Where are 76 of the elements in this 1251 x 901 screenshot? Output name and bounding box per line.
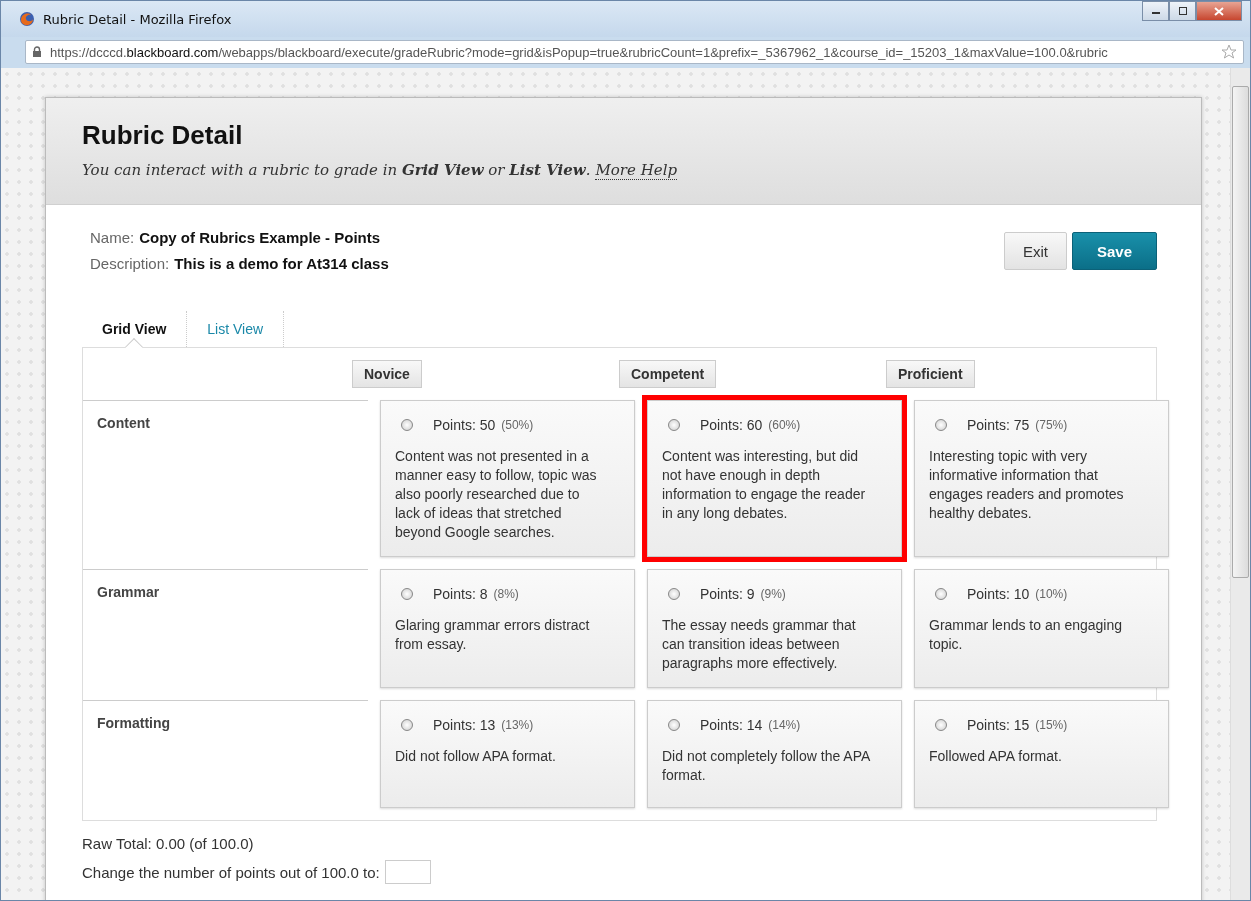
criterion-label: Content xyxy=(97,415,150,431)
percent-label: (14%) xyxy=(768,718,801,732)
column-header: Novice xyxy=(352,360,422,388)
points-input[interactable] xyxy=(384,860,431,884)
radio-button[interactable] xyxy=(401,419,413,431)
field-label: Name: xyxy=(90,229,135,246)
browser-logo-icon xyxy=(19,11,35,27)
cell-description: Did not follow APA format. xyxy=(395,747,557,766)
radio-button[interactable] xyxy=(401,719,413,731)
cell-description: Followed APA format. xyxy=(929,747,1063,766)
rubric-cell[interactable]: Points: 10 (10%) Grammar lends to an engaging topic. xyxy=(914,569,1169,688)
column-header: Competent xyxy=(619,360,717,388)
field-label: Description: xyxy=(90,255,170,272)
view-tab[interactable]: List View xyxy=(187,311,285,347)
view-tab[interactable]: Grid View xyxy=(82,311,188,347)
cell-description: Interesting topic with very informative information that engages readers and promotes healthy debates. xyxy=(929,447,1125,523)
radio-button[interactable] xyxy=(668,588,680,600)
rubric-cell[interactable]: Points: 75 (75%) Interesting topic with very informative information that engages readers and promotes healthy debates. xyxy=(914,400,1169,557)
cell-description: Content was interesting, but did not have enough in depth information to engage the reader in any long debates. xyxy=(662,447,867,523)
points-label: Points: 9 xyxy=(700,586,755,602)
points-label: Points: 75 xyxy=(967,417,1030,433)
radio-button[interactable] xyxy=(401,588,413,600)
points-label: Points: 15 xyxy=(967,717,1030,733)
points-label: Points: 10 xyxy=(967,586,1030,602)
percent-label: (50%) xyxy=(501,418,534,432)
percent-label: (13%) xyxy=(501,718,534,732)
percent-label: (10%) xyxy=(1035,587,1068,601)
points-label: Points: 13 xyxy=(433,717,496,733)
radio-button[interactable] xyxy=(935,719,947,731)
close-icon xyxy=(1214,6,1224,16)
points-label: Points: 50 xyxy=(433,417,496,433)
column-header: Proficient xyxy=(886,360,975,388)
percent-label: (60%) xyxy=(768,418,801,432)
field-value: Copy of Rubrics Example - Points xyxy=(139,229,381,246)
cell-description: The essay needs grammar that can transition ideas between paragraphs more effectively. xyxy=(662,616,857,673)
rubric-cell[interactable]: Points: 15 (15%) Followed APA format. xyxy=(914,700,1169,808)
exit-button[interactable]: Exit xyxy=(1003,232,1067,270)
rubric-cell[interactable]: Points: 13 (13%) Did not follow APA format. xyxy=(380,700,635,808)
rubric-cell[interactable]: Points: 60 (60%) Content was interesting, but did not have enough in depth information to engage the reader in any long debates. xyxy=(647,400,902,557)
criterion-label: Grammar xyxy=(97,584,160,600)
radio-button[interactable] xyxy=(935,588,947,600)
percent-label: (8%) xyxy=(493,587,519,601)
percent-label: (9%) xyxy=(760,587,786,601)
window-title: Rubric Detail - Mozilla Firefox xyxy=(43,11,232,27)
percent-label: (15%) xyxy=(1035,718,1068,732)
maximize-icon xyxy=(1177,7,1188,15)
radio-button[interactable] xyxy=(668,719,680,731)
points-label: Points: 60 xyxy=(700,417,763,433)
dialog-subtitle: You can interact with a rubric to grade in Grid View or List View. xyxy=(82,161,591,180)
star-icon[interactable] xyxy=(1221,44,1237,60)
percent-label: (75%) xyxy=(1035,418,1068,432)
criterion-label: Formatting xyxy=(97,715,171,731)
rubric-cell[interactable]: Points: 9 (9%) The essay needs grammar that can transition ideas between paragraphs more effectively. xyxy=(647,569,902,688)
rubric-cell[interactable]: Points: 50 (50%) Content was not presented in a manner easy to follow, topic was also poorly researched due to lack of ideas that stretched beyond Google searches. xyxy=(380,400,635,557)
minimize-button[interactable] xyxy=(1142,1,1169,21)
points-label: Points: 8 xyxy=(433,586,488,602)
rubric-cell[interactable]: Points: 8 (8%) Glaring grammar errors distract from essay. xyxy=(380,569,635,688)
cell-description: Did not completely follow the APA format. xyxy=(662,747,871,785)
cell-description: Glaring grammar errors distract from essay. xyxy=(395,616,591,654)
dialog-title: Rubric Detail xyxy=(82,120,244,151)
maximize-button[interactable] xyxy=(1169,1,1196,21)
help-link[interactable]: More Help xyxy=(595,161,678,180)
rubric-cell[interactable]: Points: 14 (14%) Did not completely follow the APA format. xyxy=(647,700,902,808)
cell-description: Grammar lends to an engaging topic. xyxy=(929,616,1123,654)
address-bar[interactable]: https://dcccd.blackboard.com/webapps/blackboard/execute/gradeRubric?mode=grid&isPopup=true&rubricCount=1&prefix=_5367962_1&course_id=_15203_1&maxValue=100.0&rubric xyxy=(25,40,1244,64)
lock-icon xyxy=(32,46,42,58)
field-value: This is a demo for At314 class xyxy=(174,255,389,272)
save-button[interactable]: Save xyxy=(1071,232,1157,270)
close-button[interactable] xyxy=(1196,1,1242,21)
raw-total: Raw Total: 0.00 (of 100.0) xyxy=(82,835,255,852)
scrollbar[interactable] xyxy=(1230,68,1250,900)
points-change-label: Change the number of points out of 100.0 to: xyxy=(82,863,380,881)
radio-button[interactable] xyxy=(935,419,947,431)
points-label: Points: 14 xyxy=(700,717,763,733)
radio-button[interactable] xyxy=(668,419,680,431)
cell-description: Content was not presented in a manner easy to follow, topic was also poorly researched due to lack of ideas that stretched beyond Google searches. xyxy=(395,447,598,542)
